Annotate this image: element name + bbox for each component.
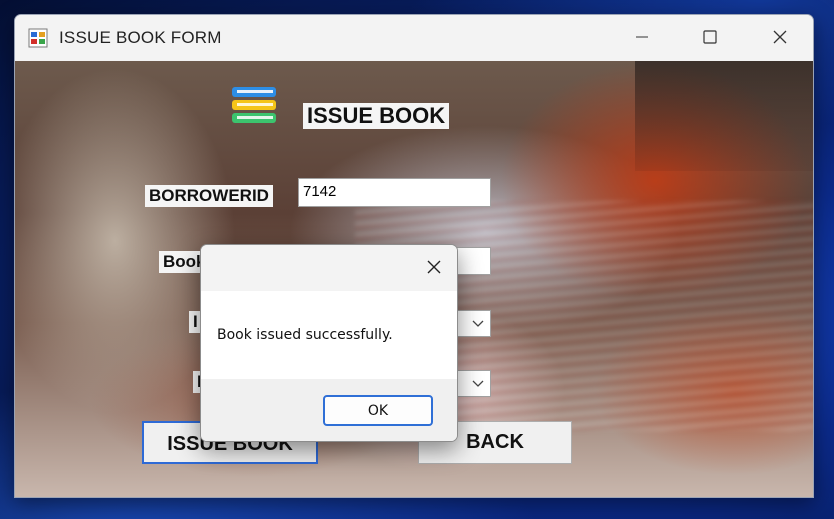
ok-button[interactable]: OK — [323, 395, 433, 426]
maximize-button[interactable] — [687, 15, 733, 59]
chevron-down-icon — [472, 380, 484, 387]
message-box-footer: OK — [201, 379, 457, 441]
maximize-icon — [703, 30, 717, 44]
window-title: ISSUE BOOK FORM — [59, 28, 222, 47]
message-box-body: Book issued successfully. — [201, 291, 457, 379]
close-button[interactable] — [757, 15, 803, 59]
books-stack-icon — [232, 87, 276, 123]
issue-date-picker[interactable] — [455, 310, 491, 337]
message-text: Book issued successfully. — [217, 327, 393, 343]
minimize-icon — [636, 36, 648, 38]
due-date-picker[interactable] — [455, 370, 491, 397]
window-titlebar[interactable]: ISSUE BOOK FORM — [15, 15, 813, 61]
close-icon — [773, 30, 787, 44]
form-heading: ISSUE BOOK — [303, 103, 450, 129]
borrower-id-label: BORROWERID — [145, 185, 273, 207]
borrower-id-input[interactable]: 7142 — [298, 178, 491, 207]
app-icon — [28, 28, 48, 48]
book-input[interactable] — [455, 247, 491, 275]
message-box-titlebar[interactable] — [201, 245, 457, 291]
message-box: Book issued successfully. OK — [200, 244, 458, 442]
chevron-down-icon — [472, 320, 484, 327]
minimize-button[interactable] — [619, 15, 665, 59]
background-image-shadow — [635, 61, 813, 171]
message-box-close-button[interactable] — [411, 245, 457, 289]
close-icon — [427, 260, 441, 274]
